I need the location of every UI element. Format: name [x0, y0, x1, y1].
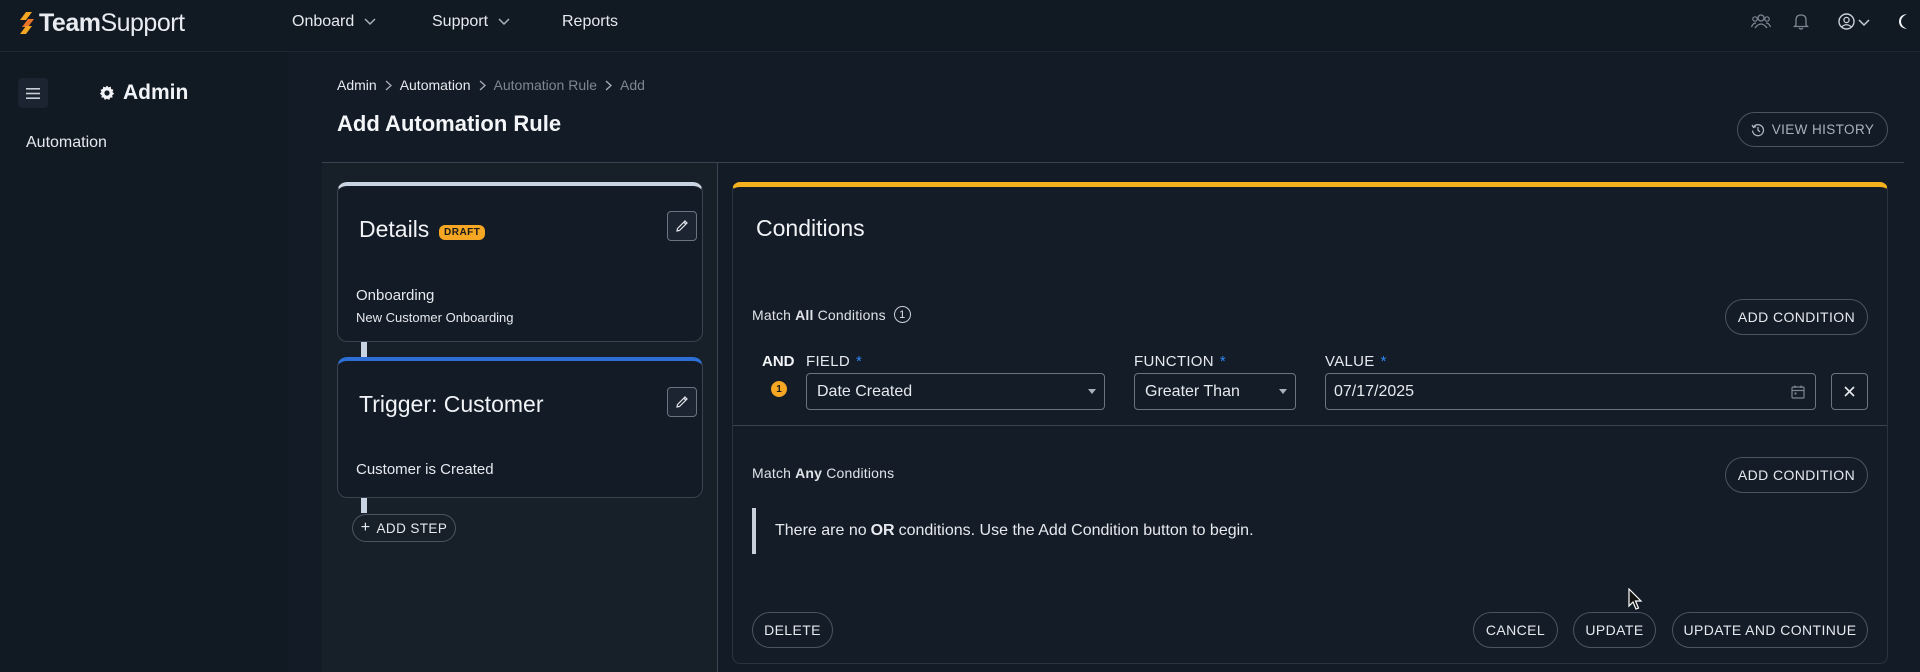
required-mark: * [1380, 353, 1387, 370]
details-name: New Customer Onboarding [356, 310, 514, 325]
user-circle-icon[interactable] [1838, 13, 1855, 30]
function-label: FUNCTION * [1134, 353, 1227, 370]
function-select[interactable]: Greater Than [1134, 373, 1296, 410]
calendar-icon[interactable] [1791, 385, 1805, 399]
add-all-condition-button[interactable]: ADD CONDITION [1725, 299, 1868, 335]
column-divider [717, 163, 718, 672]
add-any-condition-button[interactable]: ADD CONDITION [1725, 457, 1868, 493]
function-select-value: Greater Than [1145, 382, 1240, 400]
history-icon [1751, 123, 1764, 136]
chevron-right-icon [385, 80, 392, 90]
mouse-cursor-icon [1628, 588, 1643, 610]
step-card-trigger[interactable]: Trigger: Customer Customer is Created [337, 357, 703, 498]
chevron-right-icon [605, 80, 613, 90]
details-title: Details [359, 216, 430, 242]
nav-support[interactable]: Support [432, 0, 510, 44]
remove-condition-button[interactable] [1831, 373, 1868, 410]
nav-reports-label: Reports [562, 13, 619, 30]
caret-down-icon [1088, 389, 1096, 394]
value-label: VALUE * [1325, 353, 1387, 370]
value-date-input[interactable]: 07/17/2025 [1325, 373, 1816, 410]
update-and-continue-button[interactable]: UPDATE AND CONTINUE [1672, 612, 1868, 648]
match-any-label: Match Any Conditions [752, 465, 895, 481]
chevron-down-icon [364, 18, 376, 26]
nav-reports[interactable]: Reports [562, 0, 618, 44]
cancel-button[interactable]: CANCEL [1473, 612, 1558, 648]
required-mark: * [856, 353, 863, 370]
details-category: Onboarding [356, 287, 435, 304]
trigger-description: Customer is Created [356, 461, 494, 478]
edit-trigger-button[interactable] [667, 387, 697, 417]
nav-onboard-label: Onboard [292, 13, 355, 30]
gear-icon [99, 85, 115, 100]
chevron-down-icon [498, 18, 510, 26]
condition-operator: AND [762, 353, 795, 370]
field-select[interactable]: Date Created [806, 373, 1105, 410]
chevron-down-icon[interactable] [1858, 19, 1870, 27]
step-connector [361, 342, 367, 357]
logo-icon [20, 12, 34, 34]
people-icon[interactable] [1751, 13, 1771, 29]
match-all-count: 1 [893, 306, 911, 323]
step-connector [361, 498, 367, 513]
condition-index-badge: 1 [771, 381, 787, 397]
close-icon [1844, 386, 1855, 397]
update-button[interactable]: UPDATE [1573, 612, 1656, 648]
delete-button[interactable]: DELETE [752, 612, 833, 648]
view-history-button[interactable]: VIEW HISTORY [1737, 112, 1888, 147]
step-card-details[interactable]: Details DRAFT Onboarding New Customer On… [337, 182, 703, 342]
add-step-label: ADD STEP [376, 520, 448, 536]
chevron-right-icon [479, 80, 486, 90]
page-title: Add Automation Rule [337, 111, 562, 136]
add-step-button[interactable]: + ADD STEP [352, 514, 456, 542]
sidebar-title: Admin [99, 81, 188, 105]
value-date-text: 07/17/2025 [1334, 382, 1415, 400]
logo[interactable]: TeamSupport [20, 8, 185, 37]
sidebar: Admin Automation [0, 52, 288, 672]
sidebar-title-label: Admin [123, 81, 189, 104]
conditions-panel [732, 182, 1888, 664]
pencil-icon [676, 220, 688, 232]
match-all-label: Match All Conditions 1 [752, 306, 911, 323]
sidebar-item-automation[interactable]: Automation [26, 134, 107, 152]
top-bar: TeamSupport Onboard Support Reports [0, 0, 1920, 52]
logo-text: TeamSupport [39, 8, 185, 37]
nav-support-label: Support [432, 13, 489, 30]
pencil-icon [676, 396, 688, 408]
breadcrumb-automation[interactable]: Automation [400, 77, 471, 93]
hamburger-icon [26, 87, 40, 99]
breadcrumb-admin[interactable]: Admin [337, 77, 377, 93]
status-badge: DRAFT [439, 225, 486, 240]
moon-icon[interactable] [1896, 13, 1912, 30]
trigger-title: Trigger: Customer [359, 391, 544, 417]
conditions-title: Conditions [756, 215, 865, 241]
breadcrumb-automation-rule[interactable]: Automation Rule [494, 77, 598, 93]
field-select-value: Date Created [817, 382, 913, 400]
section-divider [733, 425, 1887, 426]
nav-onboard[interactable]: Onboard [292, 0, 376, 44]
breadcrumb-add: Add [620, 77, 645, 93]
plus-icon: + [360, 519, 371, 536]
empty-or-conditions-message: There are no OR conditions. Use the Add … [752, 508, 1254, 554]
breadcrumb: Admin Automation Automation Rule Add [337, 77, 645, 93]
view-history-label: VIEW HISTORY [1771, 122, 1875, 137]
field-label: FIELD * [806, 353, 863, 370]
menu-toggle-button[interactable] [18, 78, 48, 108]
bell-icon[interactable] [1793, 13, 1809, 30]
caret-down-icon [1279, 389, 1287, 394]
required-mark: * [1219, 353, 1227, 370]
edit-details-button[interactable] [667, 211, 697, 241]
